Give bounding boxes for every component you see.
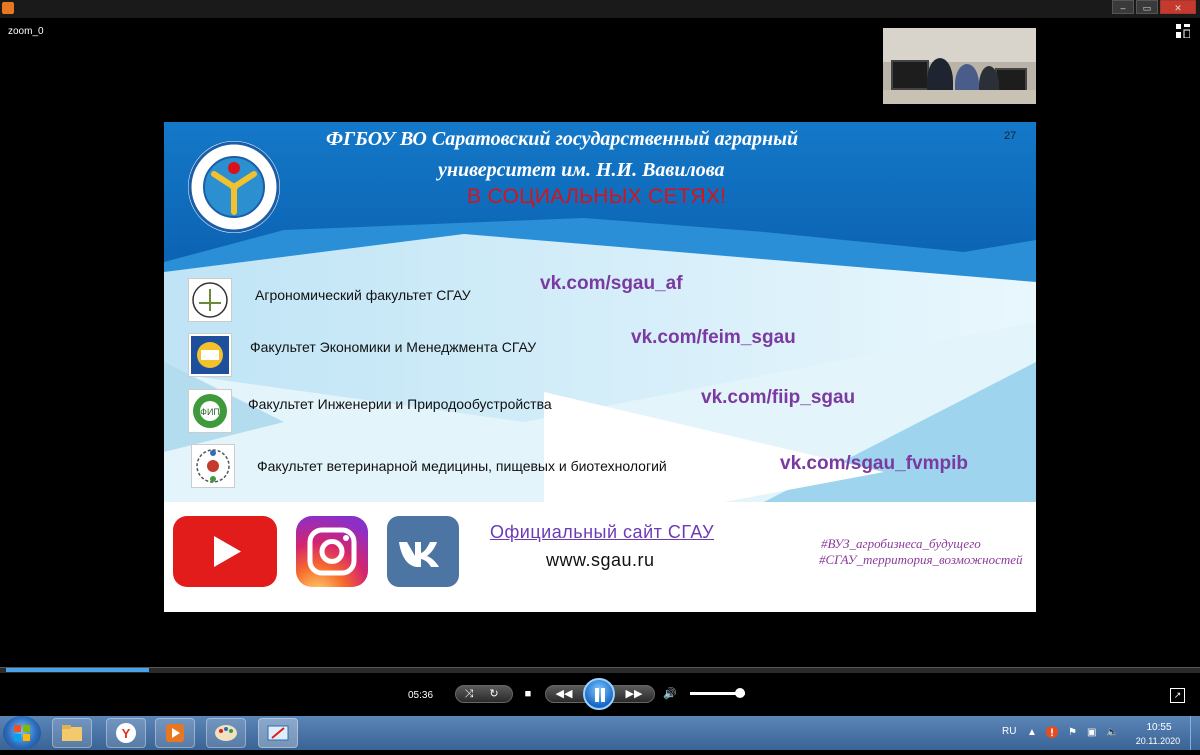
yandex-browser-taskbar-button[interactable]: Y: [106, 718, 146, 748]
faculty-name: Факультет ветеринарной медицины, пищевых…: [257, 458, 667, 474]
volume-slider-fill: [690, 692, 740, 695]
start-button[interactable]: [3, 716, 41, 750]
shared-slide: ФГБОУ ВО Саратовский государственный агр…: [164, 122, 1036, 612]
show-hidden-icons-icon[interactable]: ▲: [1027, 727, 1037, 738]
clock-time[interactable]: 10:55: [1138, 722, 1180, 733]
app-icon: [2, 2, 14, 14]
language-indicator[interactable]: RU: [1002, 726, 1016, 737]
svg-text:Y: Y: [122, 726, 131, 741]
shuffle-icon[interactable]: ⤨: [462, 685, 476, 703]
snipping-tool-taskbar-button[interactable]: [258, 718, 298, 748]
site-url[interactable]: www.sgau.ru: [546, 550, 655, 571]
instagram-icon[interactable]: [296, 516, 368, 587]
close-button[interactable]: ✕: [1160, 0, 1196, 14]
economics-faculty-logo: [188, 333, 232, 377]
faculty-vk-link[interactable]: vk.com/feim_sgau: [631, 327, 796, 349]
volume-tray-icon[interactable]: 🔈: [1106, 727, 1118, 738]
desk-shape: [883, 90, 1036, 104]
meeting-name-label: zoom_0: [8, 26, 44, 37]
stop-icon[interactable]: ■: [521, 685, 535, 703]
window-titlebar: – ▭ ✕: [0, 0, 1200, 18]
network-icon[interactable]: ▣: [1087, 727, 1096, 738]
pause-button[interactable]: [583, 678, 615, 710]
agronomy-faculty-logo: [188, 278, 232, 322]
faculty-vk-link[interactable]: vk.com/sgau_af: [540, 273, 683, 295]
official-site-link[interactable]: Официальный сайт СГАУ: [490, 522, 714, 543]
slide-title-line-2: университет им. Н.И. Вавилова: [438, 159, 725, 181]
faculty-name: Агрономический факультет СГАУ: [255, 287, 471, 303]
paint-taskbar-button[interactable]: [206, 718, 246, 748]
youtube-icon[interactable]: [173, 516, 277, 587]
fast-forward-icon[interactable]: ▶▶: [623, 685, 645, 703]
faculty-name: Факультет Экономики и Менеджмента СГАУ: [250, 339, 537, 355]
slide-subtitle: В СОЦИАЛЬНЫХ СЕТЯХ!: [467, 185, 727, 208]
engineering-faculty-logo: ФИП: [188, 389, 232, 433]
volume-slider-handle[interactable]: [735, 688, 745, 698]
faculty-vk-link[interactable]: vk.com/sgau_fvmpib: [780, 453, 968, 475]
action-center-flag-icon[interactable]: ⚑: [1068, 727, 1077, 738]
faculty-vk-link[interactable]: vk.com/fiip_sgau: [701, 387, 855, 409]
slide-title-line-1: ФГБОУ ВО Саратовский государственный агр…: [326, 128, 799, 150]
participant-video[interactable]: [883, 28, 1036, 104]
monitor-shape: [891, 60, 929, 90]
maximize-button[interactable]: ▭: [1136, 0, 1158, 14]
seek-bar-fill: [6, 668, 149, 672]
vk-icon[interactable]: [387, 516, 459, 587]
slide-number: 27: [1004, 130, 1017, 142]
repeat-icon[interactable]: ↻: [487, 685, 501, 703]
svg-text:ФИП: ФИП: [200, 407, 220, 417]
rewind-icon[interactable]: ◀◀: [553, 685, 575, 703]
media-player-taskbar-button[interactable]: [155, 718, 195, 748]
show-desktop-button[interactable]: [1190, 716, 1200, 750]
veterinary-faculty-logo: [191, 444, 235, 488]
university-logo: [187, 140, 281, 234]
layout-grid-icon[interactable]: [1176, 24, 1191, 39]
elapsed-time: 05:36: [408, 690, 434, 701]
seek-bar[interactable]: [0, 667, 1200, 673]
clock-date[interactable]: 20.11.2020: [1132, 736, 1184, 746]
pause-icon: [595, 688, 605, 702]
volume-icon[interactable]: 🔊: [662, 685, 678, 703]
explorer-taskbar-button[interactable]: [52, 718, 92, 748]
faculty-name: Факультет Инженерии и Природообустройств…: [248, 396, 552, 412]
warning-icon[interactable]: [1046, 726, 1058, 741]
switch-to-library-icon[interactable]: ↗: [1170, 688, 1185, 703]
hashtag: #ВУЗ_агробизнеса_будущего: [821, 536, 981, 551]
minimize-button[interactable]: –: [1112, 0, 1134, 14]
hashtag: #СГАУ_территория_возможностей: [819, 552, 1023, 567]
